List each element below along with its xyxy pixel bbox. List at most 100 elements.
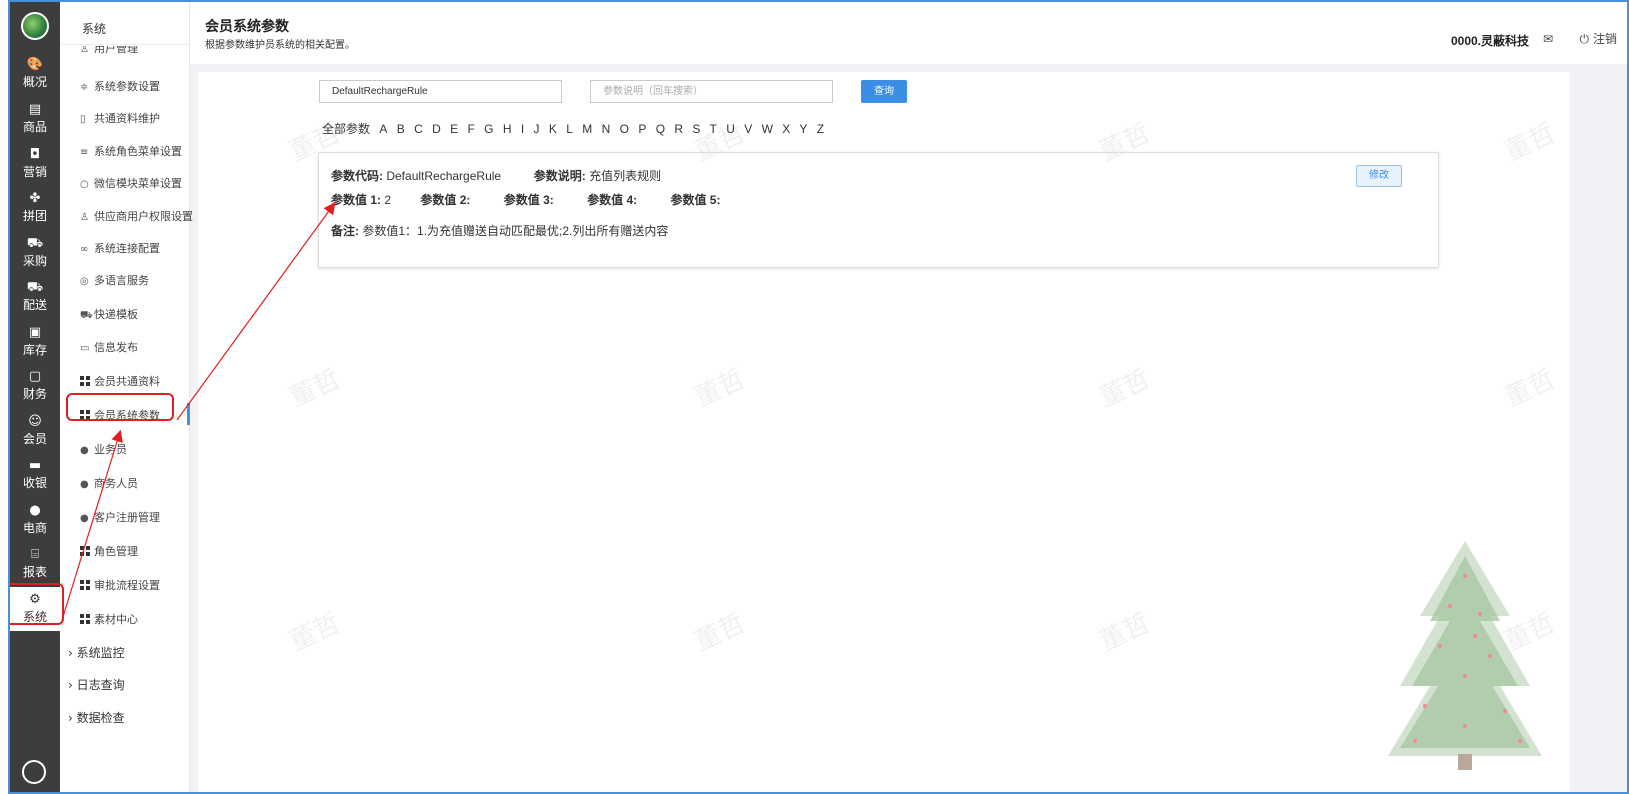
truck-icon: ⛟	[26, 280, 44, 295]
letter-filter-item[interactable]: O	[620, 122, 629, 136]
edit-button[interactable]: 修改	[1356, 165, 1402, 187]
nav-item-goods[interactable]: ▤ 商品	[10, 97, 60, 141]
app-frame: 🎨 概况 ▤ 商品 ◘ 营销 ✤ 拼团 ⛟ 采购 ⛟ 配送 ▣ 库存 ▢ 财务 ☺ 会员 ▬ 收银 …	[8, 0, 1629, 794]
nav-item-inventory[interactable]: ▣ 库存	[10, 320, 60, 364]
letter-filter-item[interactable]: G	[484, 122, 493, 136]
sub-item-approval-flow[interactable]: 审批流程设置	[80, 577, 160, 593]
grid-icon	[80, 376, 90, 386]
letter-filter-item[interactable]: X	[782, 122, 790, 136]
nav-item-cashier[interactable]: ▬ 收银	[10, 453, 60, 497]
grid-icon	[80, 580, 90, 590]
letter-filter-item[interactable]: B	[397, 122, 405, 136]
person-icon: ●	[29, 503, 41, 518]
search-icon[interactable]	[22, 760, 46, 784]
watermark: 董哲	[690, 364, 750, 414]
nav-item-member[interactable]: ☺ 会员	[10, 409, 60, 453]
letter-filter-item[interactable]: M	[582, 122, 592, 136]
letter-filter-item[interactable]: E	[450, 122, 458, 136]
company-name: 0000.灵蔽科技	[1450, 34, 1529, 48]
finance-icon: ▢	[28, 369, 42, 384]
query-button[interactable]: 查询	[861, 80, 907, 103]
letter-filter-item[interactable]: Z	[817, 122, 824, 136]
param-value-1: 2	[384, 193, 392, 207]
watermark: 董哲	[285, 608, 345, 658]
letter-filter-item[interactable]: J	[534, 122, 540, 136]
cart-icon: ⛟	[26, 236, 44, 251]
sub-item-common-data[interactable]: ▯ 共通资料维护	[80, 110, 160, 126]
sub-item-supplier-permissions[interactable]: ♙ 供应商用户权限设置	[80, 208, 193, 224]
param-desc-input[interactable]: 参数说明（回车搜索）	[590, 80, 833, 103]
letter-filter-item[interactable]: F	[467, 122, 474, 136]
sub-item-material-center[interactable]: 素材中心	[80, 611, 138, 627]
group-system-monitor[interactable]: › 系统监控	[68, 644, 125, 661]
letter-filter-item[interactable]: V	[744, 122, 752, 136]
sub-item-business-staff[interactable]: ● 商务人员	[80, 475, 138, 491]
sliders-icon: ≑	[80, 82, 89, 93]
sub-item-user-management[interactable]: ♙ 用户管理	[80, 46, 138, 56]
watermark: 董哲	[690, 608, 750, 658]
nav-item-purchase[interactable]: ⛟ 采购	[10, 231, 60, 275]
box-icon: ▣	[28, 325, 42, 340]
document-icon: ▤	[28, 102, 42, 117]
person-icon: ●	[80, 479, 89, 490]
grid-icon	[80, 546, 90, 556]
nav-item-ecommerce[interactable]: ● 电商	[10, 498, 60, 542]
nav-item-overview[interactable]: 🎨 概况	[10, 52, 60, 96]
watermark: 董哲	[1500, 364, 1560, 414]
letter-filter-item[interactable]: C	[414, 122, 423, 136]
letter-filter-item[interactable]: W	[762, 122, 773, 136]
christmas-tree-image	[1388, 541, 1542, 770]
nav-item-marketing[interactable]: ◘ 营销	[10, 142, 60, 186]
page-title: 会员系统参数	[205, 18, 289, 34]
letter-filter-item[interactable]: Y	[799, 122, 807, 136]
page-subtitle: 根据参数维护员系统的相关配置。	[205, 40, 355, 51]
cashier-icon: ▬	[28, 458, 42, 473]
sub-item-customer-registration[interactable]: ● 客户注册管理	[80, 509, 160, 525]
sub-item-role-management[interactable]: 角色管理	[80, 543, 138, 559]
letter-all[interactable]: 全部参数	[322, 122, 370, 136]
letter-filter-item[interactable]: L	[566, 122, 573, 136]
sub-item-member-common-data[interactable]: 会员共通资料	[80, 373, 160, 389]
nav-item-finance[interactable]: ▢ 财务	[10, 364, 60, 408]
param-code-input[interactable]: DefaultRechargeRule	[319, 80, 562, 103]
sub-item-system-connection[interactable]: ∞ 系统连接配置	[80, 240, 160, 256]
letter-filter-item[interactable]: K	[549, 122, 557, 136]
user-icon: ☺	[28, 414, 42, 429]
sub-item-info-publish[interactable]: ▭ 信息发布	[80, 339, 138, 355]
logout-button[interactable]: ⏻ 注销	[1579, 30, 1617, 47]
letter-filter-item[interactable]: I	[521, 122, 524, 136]
letter-filter-item[interactable]: P	[638, 122, 646, 136]
letter-filter-item[interactable]: T	[710, 122, 717, 136]
palette-icon: 🎨	[26, 57, 44, 72]
active-indicator	[187, 403, 190, 425]
letter-filter-item[interactable]: D	[432, 122, 441, 136]
watermark: 董哲	[1095, 364, 1155, 414]
letter-filter-item[interactable]: Q	[656, 122, 665, 136]
sub-item-role-menu[interactable]: ≡ 系统角色菜单设置	[80, 143, 182, 159]
chevron-right-icon: ›	[68, 711, 73, 725]
group-log-query[interactable]: › 日志查询	[68, 676, 125, 693]
main-content: 董哲 董哲 董哲 董哲 董哲 董哲 董哲 董哲 董哲 董哲 董哲 董哲 Defa…	[198, 72, 1570, 792]
sub-item-multilanguage[interactable]: ◎ 多语言服务	[80, 272, 149, 288]
nav-item-delivery[interactable]: ⛟ 配送	[10, 275, 60, 319]
letter-filter-item[interactable]: R	[674, 122, 683, 136]
group-data-check[interactable]: › 数据检查	[68, 709, 125, 726]
letter-filter-item[interactable]: S	[692, 122, 700, 136]
nav-item-group-buy[interactable]: ✤ 拼团	[10, 186, 60, 230]
app-logo-icon	[21, 12, 49, 40]
main-nav: 🎨 概况 ▤ 商品 ◘ 营销 ✤ 拼团 ⛟ 采购 ⛟ 配送 ▣ 库存 ▢ 财务 ☺ 会员 ▬ 收银 …	[10, 2, 60, 792]
report-icon: ⌸	[31, 547, 39, 562]
letter-filter-item[interactable]: N	[602, 122, 611, 136]
sub-item-system-params[interactable]: ≑ 系统参数设置	[80, 78, 160, 94]
letter-filter-item[interactable]: A	[379, 122, 387, 136]
sub-item-express-template[interactable]: ⛟快递模板	[80, 306, 138, 323]
sub-item-wechat-menu[interactable]: ○ 微信模块菜单设置	[80, 175, 182, 191]
clover-icon: ✤	[29, 191, 41, 206]
mail-icon[interactable]: ✉	[1543, 32, 1553, 46]
letter-filter-item[interactable]: U	[726, 122, 735, 136]
letter-filter: 全部参数 A B C D E F G H I J K L M N O P Q R…	[322, 120, 830, 137]
chevron-right-icon: ›	[68, 678, 73, 692]
sub-item-salesman[interactable]: ● 业务员	[80, 441, 127, 457]
nav-item-report[interactable]: ⌸ 报表	[10, 542, 60, 586]
letter-filter-item[interactable]: H	[503, 122, 512, 136]
